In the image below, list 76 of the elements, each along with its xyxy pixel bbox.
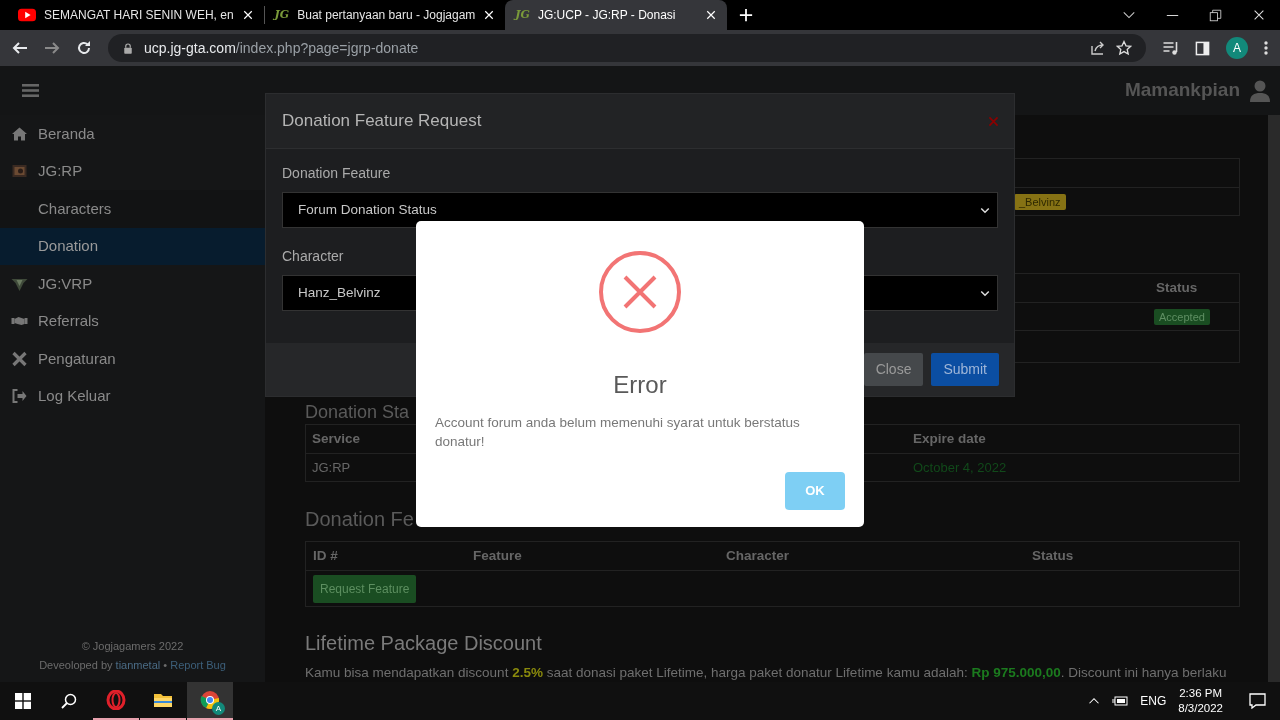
sidebar-item[interactable]: Beranda — [0, 115, 265, 153]
close-icon[interactable] — [483, 9, 496, 21]
browser-logo-icon — [200, 690, 220, 710]
menu-icon[interactable] — [22, 83, 39, 98]
clock[interactable]: 2:36 PM 8/3/2022 — [1178, 686, 1223, 716]
play-icon — [18, 7, 36, 23]
taskbar-app[interactable]: A — [187, 682, 233, 720]
close-icon[interactable] — [241, 9, 254, 21]
notification-icon[interactable] — [1249, 693, 1266, 709]
back-icon[interactable] — [12, 40, 28, 56]
more-icon[interactable] — [1264, 40, 1268, 56]
author-link[interactable]: tianmetal — [115, 659, 161, 671]
browser-tab[interactable]: JG JG:UCP - JG:RP - Donasi — [505, 0, 728, 30]
sidebar-subitem[interactable]: Donation — [0, 227, 265, 265]
sidebar-item[interactable]: Referrals — [0, 302, 265, 340]
media-icon[interactable] — [1162, 40, 1179, 56]
sidebar-item[interactable]: Pengaturan — [0, 340, 265, 378]
column-header: Character — [725, 546, 791, 565]
table-cell-text: October 4, 2022 — [912, 458, 1008, 477]
url-text: ucp.jg-gta.com/index.php?page=jgrp-donate — [144, 38, 420, 58]
game-logo-icon — [11, 163, 28, 180]
column-header: ID # — [312, 546, 339, 565]
sidebar-item[interactable]: JG:VRP — [0, 265, 265, 303]
close-icon[interactable] — [705, 9, 718, 21]
star-icon[interactable] — [1116, 40, 1132, 56]
section-heading: Donation Fe — [305, 507, 415, 531]
logout-icon — [11, 388, 28, 405]
close-button[interactable]: Close — [863, 353, 924, 387]
modal-title: Donation Feature Request — [282, 110, 482, 133]
sidebar-item[interactable]: JG:RP — [0, 152, 265, 190]
battery-icon[interactable] — [1112, 695, 1129, 707]
language-indicator[interactable]: ENG — [1140, 692, 1167, 710]
error-icon — [599, 251, 681, 333]
column-header: Status — [1155, 278, 1199, 297]
browser-tab[interactable]: JG Buat pertanyaan baru - Jogjagam — [264, 0, 506, 30]
name-badge: _Belvinz — [1014, 193, 1066, 210]
status-badge: Accepted — [1154, 308, 1210, 325]
section-heading: Donation Sta — [305, 401, 411, 424]
tab-logo: JG — [274, 6, 290, 23]
submit-button[interactable]: Submit — [931, 353, 999, 387]
column-header: Service — [311, 429, 362, 448]
profile-badge: A — [212, 702, 225, 715]
credit-text: Deveoloped by tianmetal • Report Bug — [38, 658, 227, 673]
column-header: Feature — [472, 546, 523, 565]
share-icon[interactable] — [1090, 40, 1106, 56]
reload-icon[interactable] — [76, 40, 92, 56]
column-header: Expire date — [912, 429, 987, 448]
column-header: Status — [1031, 546, 1075, 565]
alert-message: Account forum anda belum memenuhi syarat untuk berstatus donatur! — [435, 414, 801, 451]
scrollbar[interactable] — [1268, 115, 1280, 682]
select-field[interactable]: Forum Donation Status — [282, 192, 998, 229]
search-icon[interactable] — [61, 693, 77, 709]
report-link[interactable]: Report Bug — [170, 659, 226, 671]
discount-paragraph: Kamu bisa mendapatkan discount 2.5% saat donasi paket Lifetime, harga paket donatur Lifetime kamu adalah: Rp 975.000,00. Discount ini hanya berlaku — [305, 664, 1228, 682]
copyright-text: © Jogjagamers 2022 — [80, 639, 185, 654]
tab-logo: JG — [515, 6, 530, 23]
field-label: Character — [282, 247, 345, 267]
field-label: Donation Feature — [282, 164, 392, 184]
close-icon[interactable] — [1252, 8, 1266, 22]
browser-tab[interactable]: SEMANGAT HARI SENIN WEH, en — [8, 0, 264, 30]
lock-icon — [122, 41, 134, 55]
home-icon — [11, 125, 28, 142]
profile-avatar[interactable]: A — [1226, 37, 1248, 59]
sidebar-item[interactable]: Log Keluar — [0, 377, 265, 415]
section-heading: Lifetime Package Discount — [305, 631, 543, 655]
ring-icon — [106, 690, 126, 710]
alert-title: Error — [613, 370, 667, 400]
forward-icon[interactable] — [44, 40, 60, 56]
windows-icon[interactable] — [15, 693, 31, 709]
plus-icon[interactable] — [739, 8, 754, 22]
table-cell-text: JG:RP — [311, 458, 352, 477]
request-button[interactable]: Request Feature — [313, 574, 417, 603]
restore-icon[interactable] — [1209, 8, 1222, 22]
address-bar[interactable]: ucp.jg-gta.com/index.php?page=jgrp-donate — [108, 34, 1146, 62]
side-panel-icon[interactable] — [1195, 40, 1210, 56]
user-icon[interactable] — [1250, 79, 1270, 102]
